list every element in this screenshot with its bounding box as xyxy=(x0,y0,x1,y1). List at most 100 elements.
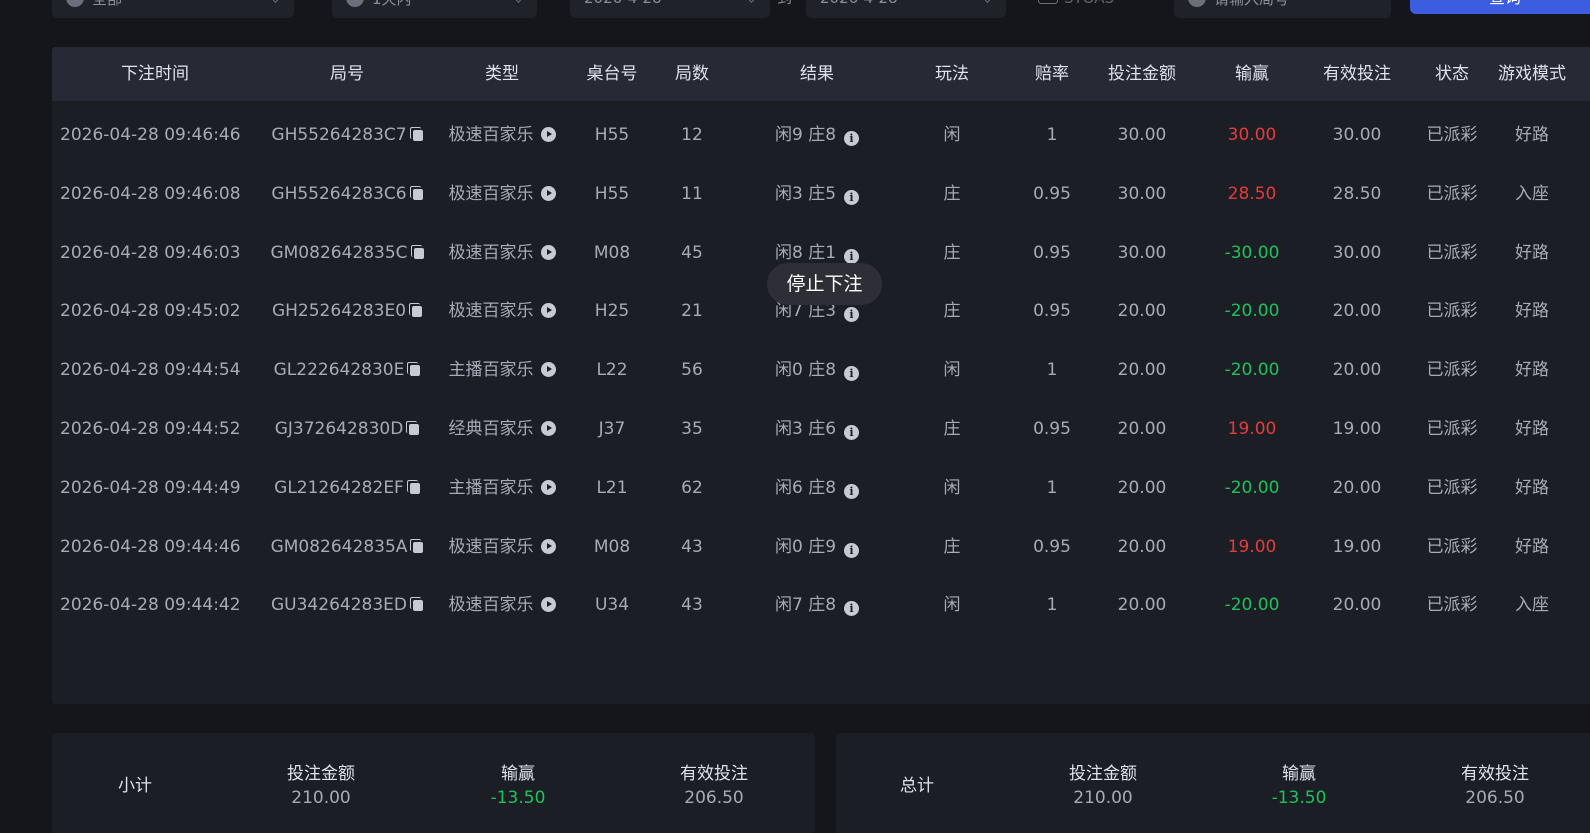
cell-table: M08 xyxy=(572,518,652,577)
cell-play: 闲 xyxy=(912,106,992,165)
cell-valid-text: 20.00 xyxy=(1332,301,1382,322)
cell-game-no-text: 56 xyxy=(681,360,703,381)
cell-valid-text: 19.00 xyxy=(1332,536,1382,557)
table-row: 2026-04-28 09:46:08 GH55264283C6 极速百家乐 H55 1… xyxy=(52,165,1590,224)
cell-type: 极速百家乐 xyxy=(432,106,572,165)
play-video-icon[interactable] xyxy=(540,538,556,554)
cell-odds-text: 0.95 xyxy=(1033,536,1071,557)
header-play: 玩法 xyxy=(935,64,969,84)
play-video-icon[interactable] xyxy=(540,362,556,378)
info-icon[interactable]: i xyxy=(844,366,860,382)
cell-time-text: 2026-04-28 09:46:03 xyxy=(60,242,241,263)
cell-status-text: 已派彩 xyxy=(1426,360,1478,381)
copy-icon[interactable] xyxy=(407,362,421,377)
total-winloss: 输赢 -13.50 xyxy=(1219,759,1379,808)
query-button[interactable]: 查询 xyxy=(1410,0,1590,14)
cell-valid-text: 20.00 xyxy=(1332,360,1382,381)
date-from-input[interactable]: 2026-4-28 xyxy=(570,0,770,18)
cell-odds-text: 0.95 xyxy=(1033,183,1071,204)
info-icon[interactable]: i xyxy=(844,248,860,264)
cell-round: GJ372642830D xyxy=(257,400,437,459)
info-icon[interactable]: i xyxy=(844,307,860,323)
header-status: 状态 xyxy=(1435,64,1469,84)
cell-winloss: 30.00 xyxy=(1202,106,1302,165)
info-icon[interactable]: i xyxy=(844,189,860,205)
cell-bet: 20.00 xyxy=(1092,400,1192,459)
cell-odds: 0.95 xyxy=(1012,224,1092,283)
cell-status: 已派彩 xyxy=(1412,106,1492,165)
cell-valid-text: 20.00 xyxy=(1332,595,1382,616)
cell-mode: 好路 xyxy=(1492,282,1572,341)
cell-game-no-text: 62 xyxy=(681,477,703,498)
cell-mode: 入座 xyxy=(1492,576,1572,635)
date-to-value: 2026-4-28 xyxy=(820,0,898,7)
period-select[interactable]: 1天内 xyxy=(332,0,537,18)
play-video-icon[interactable] xyxy=(540,127,556,142)
cell-table-text: U34 xyxy=(594,595,630,616)
cell-table-text: L21 xyxy=(596,477,628,498)
category-value: 全部 xyxy=(92,0,122,9)
cell-bet-text: 30.00 xyxy=(1117,183,1167,204)
cell-odds: 1 xyxy=(1012,576,1092,635)
copy-icon[interactable] xyxy=(406,421,420,435)
category-select[interactable]: 全部 xyxy=(52,0,294,18)
copy-icon[interactable] xyxy=(409,127,423,141)
cell-mode-text: 入座 xyxy=(1515,183,1549,204)
cell-odds-text: 1 xyxy=(1046,595,1058,616)
info-icon[interactable]: i xyxy=(844,425,860,440)
cell-mode: 好路 xyxy=(1492,341,1572,400)
cell-status-text: 已派彩 xyxy=(1426,595,1478,616)
copy-icon[interactable] xyxy=(410,244,424,259)
cell-odds: 0.95 xyxy=(1012,282,1092,341)
cell-table: L21 xyxy=(572,459,652,518)
cell-round-text: GH25264283E0 xyxy=(271,301,407,322)
cell-round: GM082642835C xyxy=(257,224,437,283)
info-icon[interactable]: i xyxy=(844,542,860,558)
cell-time: 2026-04-28 09:46:03 xyxy=(60,224,260,283)
info-icon[interactable]: i xyxy=(844,131,860,146)
cell-status-text: 已派彩 xyxy=(1426,419,1478,439)
copy-icon[interactable] xyxy=(409,597,423,612)
copy-icon[interactable] xyxy=(410,538,424,553)
cell-winloss: -30.00 xyxy=(1202,224,1302,283)
cell-round: GU34264283ED xyxy=(257,576,437,635)
cell-winloss-text: -20.00 xyxy=(1224,360,1280,381)
play-video-icon[interactable] xyxy=(540,185,556,201)
cell-odds: 0.95 xyxy=(1012,400,1092,459)
cell-type-text: 极速百家乐 xyxy=(448,536,534,557)
cell-bet: 20.00 xyxy=(1092,282,1192,341)
info-icon[interactable]: i xyxy=(844,601,860,617)
cell-table: M08 xyxy=(572,224,652,283)
copy-icon[interactable] xyxy=(406,479,420,494)
cell-result-text: 闲8 庄1 xyxy=(774,242,837,263)
copy-icon[interactable] xyxy=(409,303,423,318)
cell-type-text: 极速百家乐 xyxy=(448,183,534,204)
table-row: 2026-04-28 09:44:54 GL222642830E 主播百家乐 L22 5… xyxy=(52,341,1590,400)
cell-game-no-text: 35 xyxy=(681,419,703,439)
subtotal-title: 小计 xyxy=(118,776,152,796)
cell-game-no-text: 21 xyxy=(681,301,703,322)
total-bet-label: 投注金额 xyxy=(1069,764,1137,784)
cell-round: GH55264283C6 xyxy=(257,165,437,224)
cell-round: GH25264283E0 xyxy=(257,282,437,341)
round-search-input[interactable]: 请输入局号 xyxy=(1174,0,1391,18)
cell-bet-text: 20.00 xyxy=(1117,477,1167,498)
play-video-icon[interactable] xyxy=(540,597,556,613)
chevron-down-icon xyxy=(269,0,282,3)
play-video-icon[interactable] xyxy=(540,479,556,495)
cell-status-text: 已派彩 xyxy=(1426,301,1478,322)
play-video-icon[interactable] xyxy=(540,244,556,260)
cell-game-no: 62 xyxy=(652,459,732,518)
date-range-separator: 到 xyxy=(777,0,792,18)
info-icon[interactable]: i xyxy=(844,483,860,499)
copy-icon[interactable] xyxy=(409,185,423,200)
play-video-icon[interactable] xyxy=(540,421,556,436)
play-video-icon[interactable] xyxy=(540,303,556,319)
cell-game-no: 11 xyxy=(652,165,732,224)
cell-result-text: 闲0 庄9 xyxy=(774,536,837,557)
date-to-input[interactable]: 2026-4-28 xyxy=(806,0,1006,18)
user-id-value: STOAS xyxy=(1064,0,1114,18)
cell-result: 闲0 庄9 i xyxy=(742,518,892,577)
header-game-mode: 游戏模式 xyxy=(1498,64,1566,84)
cell-winloss: 19.00 xyxy=(1202,400,1302,459)
